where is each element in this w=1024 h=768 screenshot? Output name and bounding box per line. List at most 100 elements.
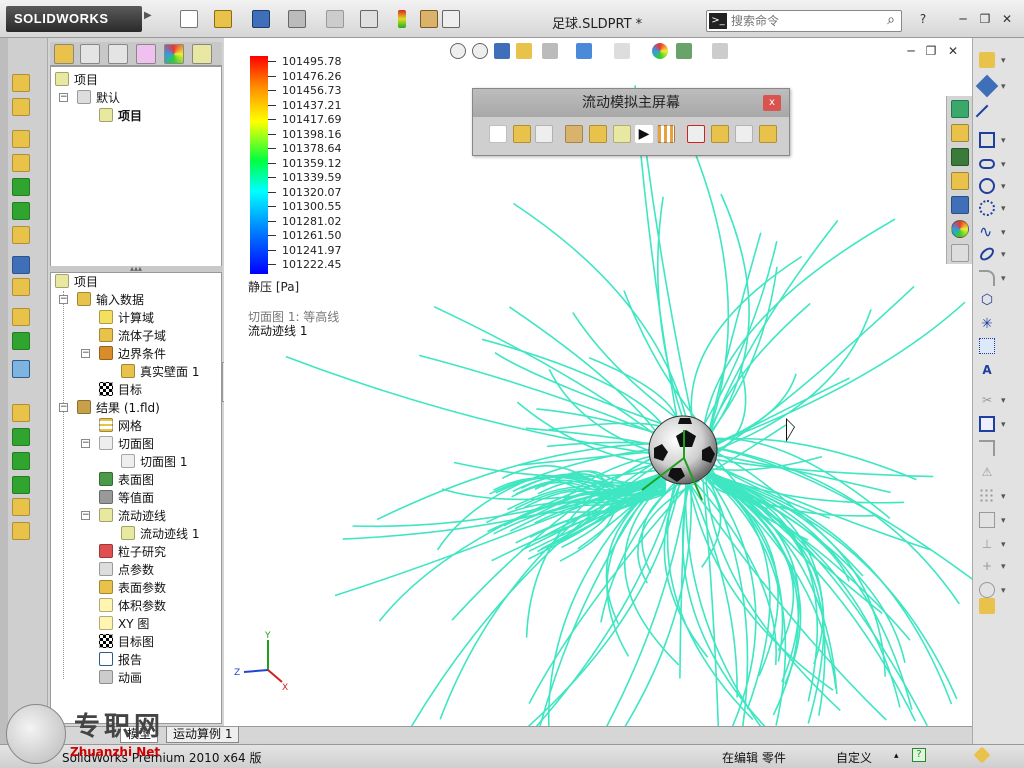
previous-view-icon[interactable] <box>494 43 510 59</box>
units-custom[interactable]: 自定义 <box>836 749 872 766</box>
close-icon[interactable]: ✕ <box>998 10 1016 28</box>
tree-node-project-active[interactable]: 项目 <box>99 107 142 125</box>
tree-node-computational-domain[interactable]: 计算域 <box>99 309 154 327</box>
custom-properties-icon[interactable] <box>951 244 969 262</box>
search-icon[interactable]: ⌕ <box>887 12 895 28</box>
doc-restore-icon[interactable]: ❐ <box>922 42 940 60</box>
text-icon[interactable]: A <box>979 362 995 378</box>
appearances-icon[interactable] <box>951 220 969 238</box>
sketch-icon[interactable] <box>12 404 30 422</box>
tree-node-particle-studies[interactable]: 粒子研究 <box>99 543 166 561</box>
view-palette-icon[interactable] <box>951 196 969 214</box>
tree-node-cut-plot-1[interactable]: 切面图 1 <box>121 453 187 471</box>
rectangle-icon[interactable] <box>979 132 995 148</box>
tree-node-surface-parameters[interactable]: 表面参数 <box>99 579 166 597</box>
loft-icon[interactable] <box>12 154 30 172</box>
dropdown-arrow-icon[interactable]: ▾ <box>1001 420 1006 430</box>
edit-appearance-icon[interactable] <box>652 43 668 59</box>
select-cursor-icon[interactable] <box>360 10 378 28</box>
move-entities-icon[interactable] <box>979 512 995 528</box>
tree-node-mesh[interactable]: 网格 <box>99 417 142 435</box>
tree-node-project-root[interactable]: 项目 <box>55 71 98 89</box>
collapse-toggle[interactable]: − <box>59 295 68 304</box>
quick-snaps-icon[interactable] <box>979 582 995 598</box>
general-settings-icon[interactable] <box>565 125 583 143</box>
collapse-toggle[interactable]: − <box>81 349 90 358</box>
tree-node-flow-trajectories[interactable]: 流动迹线 <box>99 507 166 525</box>
doc-close-icon[interactable]: ✕ <box>944 42 962 60</box>
home-icon[interactable] <box>951 124 969 142</box>
results-settings-icon[interactable] <box>711 125 729 143</box>
save-icon[interactable] <box>252 10 270 28</box>
circle-icon[interactable] <box>979 178 995 194</box>
tree-node-real-wall[interactable]: 真实壁面 1 <box>121 363 199 381</box>
plane-icon[interactable] <box>979 338 995 354</box>
solidworks-resources-icon[interactable] <box>951 100 969 118</box>
graphics-area[interactable]: 101495.78 101476.26 101456.73 101437.21 1014… <box>224 38 972 726</box>
convert-entities-icon[interactable] <box>979 416 995 432</box>
dropdown-arrow-icon[interactable]: ▾ <box>1001 274 1006 284</box>
flow-simulation-tab-icon[interactable] <box>192 44 212 64</box>
tree-node-surface-plots[interactable]: 表面图 <box>99 471 154 489</box>
monitor-grid-icon[interactable] <box>657 125 675 143</box>
rib-icon[interactable] <box>12 256 30 274</box>
section-view-icon[interactable] <box>516 43 532 59</box>
open-folder-icon[interactable] <box>214 10 232 28</box>
arc-icon[interactable] <box>979 200 995 216</box>
flow-trajectory-tool-icon[interactable] <box>759 125 777 143</box>
collapse-toggle[interactable]: − <box>81 511 90 520</box>
cut-plot-tool-icon[interactable] <box>735 125 753 143</box>
feature-tree-tab-icon[interactable] <box>54 44 74 64</box>
dropdown-arrow-icon[interactable]: ▾ <box>1001 586 1006 596</box>
tree-node-cut-plots[interactable]: 切面图 <box>99 435 154 453</box>
fillet-icon[interactable] <box>12 202 30 220</box>
tab-motion-study[interactable]: 运动算例 1 <box>166 727 240 743</box>
tree-node-boundary-conditions[interactable]: 边界条件 <box>99 345 166 363</box>
file-explorer-icon[interactable] <box>951 172 969 190</box>
search-commands[interactable]: >_ ⌕ <box>706 10 902 32</box>
slot-icon[interactable] <box>979 159 995 169</box>
search-input[interactable] <box>731 13 879 29</box>
flow-simulation-panel[interactable]: 流动模拟主屏幕 x ▶ <box>472 88 790 156</box>
menu-arrow-icon[interactable]: ▶ <box>144 10 152 21</box>
configuration-tab-icon[interactable] <box>108 44 128 64</box>
mate-icon[interactable] <box>12 498 30 516</box>
hole-icon[interactable] <box>12 522 30 540</box>
traffic-light-icon[interactable] <box>398 10 406 28</box>
display-relations-icon[interactable]: ⊥ <box>979 536 995 552</box>
undo-icon[interactable] <box>326 10 344 28</box>
tree-node-report[interactable]: 报告 <box>99 651 142 669</box>
sweep-icon[interactable] <box>12 130 30 148</box>
extrude-icon[interactable] <box>12 74 30 92</box>
pattern-icon[interactable] <box>12 278 30 296</box>
shell-icon[interactable] <box>12 226 30 244</box>
rapid-sketch-icon[interactable] <box>979 598 995 614</box>
cut-icon[interactable] <box>12 178 30 196</box>
view-orientation-icon[interactable] <box>542 43 558 59</box>
minimize-icon[interactable]: ─ <box>954 10 972 28</box>
ellipse-icon[interactable] <box>977 245 997 263</box>
flow-panel-close-button[interactable]: x <box>763 95 781 111</box>
tree-node-xy-plots[interactable]: XY 图 <box>99 615 149 633</box>
spline-icon[interactable]: ∿ <box>979 224 995 240</box>
sketch-line-icon[interactable] <box>975 104 999 128</box>
linear-pattern-icon[interactable] <box>979 488 995 504</box>
dropdown-arrow-icon[interactable]: ▾ <box>1001 82 1006 92</box>
tree-node-fluid-subdomain[interactable]: 流体子域 <box>99 327 166 345</box>
print-icon[interactable] <box>288 10 306 28</box>
load-results-icon[interactable] <box>687 125 705 143</box>
units-dropdown-icon[interactable]: ▴ <box>894 751 899 761</box>
tree-node-default[interactable]: 默认 <box>77 89 120 107</box>
collapse-toggle[interactable]: − <box>59 93 68 102</box>
repair-sketch-icon[interactable]: + <box>979 558 995 574</box>
tree-node-flow-trajectory-1[interactable]: 流动迹线 1 <box>121 525 199 543</box>
tree-node-results[interactable]: 结果 (1.fld) <box>77 399 160 417</box>
help-status-icon[interactable]: ? <box>912 748 926 762</box>
tree-node-volume-parameters[interactable]: 体积参数 <box>99 597 166 615</box>
collapse-toggle[interactable]: − <box>81 439 90 448</box>
copy-project-icon[interactable] <box>535 125 553 143</box>
line-icon[interactable] <box>12 428 30 446</box>
dropdown-arrow-icon[interactable]: ▾ <box>1001 228 1006 238</box>
sketch-tool-icon[interactable] <box>979 52 995 68</box>
display-style-icon[interactable] <box>576 43 592 59</box>
